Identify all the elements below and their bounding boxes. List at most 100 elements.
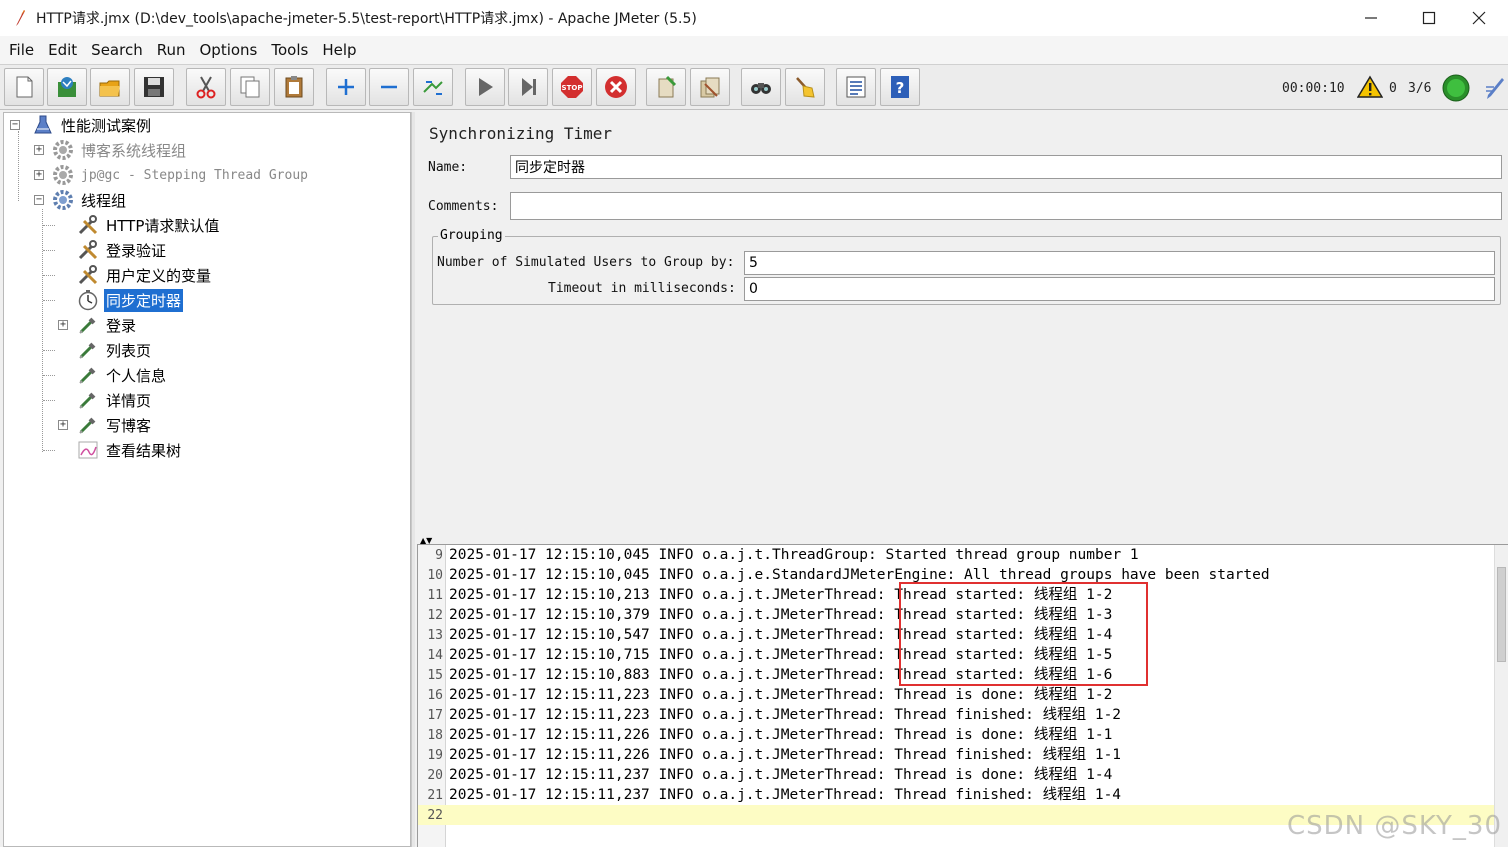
menu-search[interactable]: Search	[84, 36, 150, 64]
tree-node-detail-page[interactable]: 详情页	[57, 388, 153, 412]
paste-button[interactable]	[274, 68, 314, 106]
toggle-button[interactable]	[413, 68, 453, 106]
tree-label-login-check: 登录验证	[106, 241, 167, 260]
sampler-pipette-icon	[79, 367, 96, 384]
timeout-input[interactable]	[744, 277, 1495, 301]
clear-button[interactable]	[646, 68, 686, 106]
expand-toggle-icon[interactable]: +	[34, 145, 44, 155]
grouping-legend: Grouping	[438, 228, 505, 243]
config-tools-icon	[78, 265, 98, 285]
tree-node-login-check[interactable]: 登录验证	[57, 238, 168, 262]
tree-node-results-tree[interactable]: 查看结果树	[57, 438, 183, 462]
log-scrollbar-thumb[interactable]	[1497, 567, 1506, 662]
log-line: 18 2025-01-17 12:15:11,226 INFO o.a.j.t.J…	[427, 727, 1113, 743]
collapse-all-button[interactable]	[369, 68, 409, 106]
log-viewer-icon[interactable]	[1482, 75, 1508, 101]
tree-node-thread-group[interactable]: − 线程组	[34, 188, 128, 212]
templates-button[interactable]	[47, 68, 87, 106]
tree-node-root[interactable]: − 性能测试案例	[10, 113, 153, 137]
log-line: 19 2025-01-17 12:15:11,226 INFO o.a.j.t.J…	[427, 747, 1122, 763]
copy-button[interactable]	[230, 68, 270, 106]
open-button[interactable]	[90, 68, 130, 106]
tree-node-blog-thread-group[interactable]: + 博客系统线程组	[34, 138, 188, 162]
collapse-toggle-icon[interactable]: −	[34, 195, 44, 205]
cut-button[interactable]	[186, 68, 226, 106]
new-button[interactable]	[4, 68, 44, 106]
start-no-pauses-button[interactable]	[508, 68, 548, 106]
tree-node-write-blog[interactable]: + 写博客	[58, 413, 153, 437]
config-tools-icon	[78, 240, 98, 260]
sampler-pipette-icon	[79, 417, 96, 434]
warning-icon[interactable]	[1357, 75, 1383, 99]
tree-label-user-variables: 用户定义的变量	[106, 266, 212, 285]
search-button[interactable]	[741, 68, 781, 106]
tree-node-login[interactable]: + 登录	[58, 313, 138, 337]
menu-options[interactable]: Options	[192, 36, 264, 64]
comments-label: Comments:	[428, 199, 499, 214]
elapsed-timer: 00:00:10	[1282, 80, 1345, 96]
jmeter-feather-icon	[16, 10, 25, 26]
menu-help[interactable]: Help	[315, 36, 363, 64]
expand-toggle-icon[interactable]: +	[34, 170, 44, 180]
tree-node-sync-timer[interactable]: 同步定时器	[57, 288, 184, 312]
shutdown-button[interactable]	[596, 68, 636, 106]
reset-search-icon	[796, 77, 815, 98]
log-line: 9 2025-01-17 12:15:10,045 INFO o.a.j.t.Th…	[435, 547, 1139, 563]
tree-node-profile[interactable]: 个人信息	[57, 363, 168, 387]
cut-icon	[196, 76, 216, 99]
clear-all-button[interactable]	[690, 68, 730, 106]
comments-input[interactable]	[510, 192, 1502, 220]
element-editor-panel: Synchronizing Timer Name: Comments: Grou…	[416, 112, 1508, 542]
stop-button[interactable]: STOP	[552, 68, 592, 106]
open-icon	[99, 80, 120, 97]
name-input[interactable]	[510, 155, 1502, 179]
tree-node-user-variables[interactable]: 用户定义的变量	[57, 263, 213, 287]
expand-all-button[interactable]	[326, 68, 366, 106]
clear-icon	[658, 75, 677, 98]
tree-label-list-page: 列表页	[106, 341, 152, 360]
collapse-toggle-icon[interactable]: −	[10, 120, 20, 130]
tree-label-stepping-thread-group: jp@gc - Stepping Thread Group	[81, 167, 308, 183]
tree-node-stepping-thread-group[interactable]: + jp@gc - Stepping Thread Group	[34, 163, 310, 187]
minimize-button[interactable]	[1342, 0, 1400, 36]
running-indicator-icon	[1442, 74, 1470, 102]
save-button[interactable]	[134, 68, 174, 106]
tree-node-http-defaults[interactable]: HTTP请求默认值	[57, 213, 221, 237]
menu-tools[interactable]: Tools	[264, 36, 315, 64]
thread-group-gear-icon	[53, 165, 73, 185]
users-to-group-input[interactable]	[744, 251, 1495, 275]
function-helper-button[interactable]	[836, 68, 876, 106]
help-button[interactable]: ?	[880, 68, 920, 106]
menu-edit[interactable]: Edit	[41, 36, 84, 64]
window-title: HTTP请求.jmx (D:\dev_tools\apache-jmeter-5…	[36, 11, 697, 27]
menu-run[interactable]: Run	[150, 36, 193, 64]
tree-label-blog-thread-group: 博客系统线程组	[81, 141, 187, 160]
close-button[interactable]	[1450, 0, 1508, 36]
log-scrollbar[interactable]	[1494, 545, 1508, 847]
tree-node-list-page[interactable]: 列表页	[57, 338, 153, 362]
expand-toggle-icon[interactable]: +	[58, 320, 68, 330]
svg-text:?: ?	[896, 79, 905, 97]
copy-icon	[240, 76, 260, 98]
expand-toggle-icon[interactable]: +	[58, 420, 68, 430]
svg-text:STOP: STOP	[562, 84, 583, 92]
menu-file[interactable]: File	[2, 36, 41, 64]
maximize-icon	[1422, 11, 1436, 25]
reset-search-button[interactable]	[785, 68, 825, 106]
shutdown-icon	[605, 76, 627, 98]
log-viewer[interactable]: 9 2025-01-17 12:15:10,045 INFO o.a.j.t.Th…	[417, 544, 1508, 847]
function-helper-icon	[846, 76, 866, 98]
collapse-icon	[381, 85, 397, 89]
tree-label-profile: 个人信息	[106, 366, 167, 385]
tree-label-results-tree: 查看结果树	[106, 441, 182, 460]
panel-splitter[interactable]	[411, 112, 415, 847]
start-button[interactable]	[465, 68, 505, 106]
thread-group-gear-icon	[53, 140, 73, 160]
timer-stopwatch-icon	[78, 290, 98, 311]
menu-bar: File Edit Search Run Options Tools Help	[0, 36, 1508, 64]
help-icon: ?	[891, 76, 909, 98]
watermark: CSDN @SKY_30	[1287, 811, 1502, 841]
test-plan-flask-icon	[34, 115, 52, 134]
tree-label-login: 登录	[106, 316, 137, 335]
start-no-pause-icon	[522, 78, 536, 96]
